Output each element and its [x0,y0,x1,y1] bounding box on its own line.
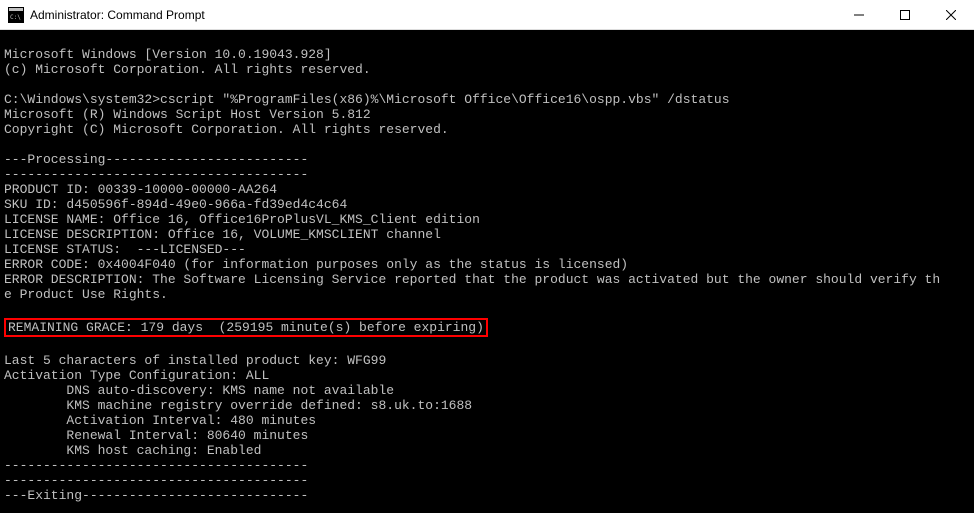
terminal-line: C:\Windows\system32>cscript "%ProgramFil… [4,92,970,107]
terminal-line: ERROR DESCRIPTION: The Software Licensin… [4,272,970,287]
terminal-line: ---Processing-------------------------- [4,152,970,167]
terminal-line: PRODUCT ID: 00339-10000-00000-AA264 [4,182,970,197]
terminal-line: --------------------------------------- [4,167,970,182]
terminal-line: Activation Type Configuration: ALL [4,368,970,383]
terminal-line: LICENSE DESCRIPTION: Office 16, VOLUME_K… [4,227,970,242]
terminal-line: KMS host caching: Enabled [4,443,970,458]
terminal-line: e Product Use Rights. [4,287,970,302]
terminal-line: KMS machine registry override defined: s… [4,398,970,413]
terminal-line: --------------------------------------- [4,458,970,473]
cmd-icon: C:\ [8,7,24,23]
terminal-line: ---Exiting----------------------------- [4,488,970,503]
terminal-line: DNS auto-discovery: KMS name not availab… [4,383,970,398]
terminal-output[interactable]: Microsoft Windows [Version 10.0.19043.92… [0,30,974,513]
terminal-line: ERROR CODE: 0x4004F040 (for information … [4,257,970,272]
terminal-line: (c) Microsoft Corporation. All rights re… [4,62,970,77]
terminal-line: Renewal Interval: 80640 minutes [4,428,970,443]
window-title: Administrator: Command Prompt [30,8,836,22]
terminal-line: Microsoft Windows [Version 10.0.19043.92… [4,47,970,62]
terminal-line [4,503,970,513]
terminal-line: Microsoft (R) Windows Script Host Versio… [4,107,970,122]
maximize-icon [900,10,910,20]
window-controls [836,0,974,29]
terminal-line: SKU ID: d450596f-894d-49e0-966a-fd39ed4c… [4,197,970,212]
terminal-line: LICENSE NAME: Office 16, Office16ProPlus… [4,212,970,227]
minimize-button[interactable] [836,0,882,30]
maximize-button[interactable] [882,0,928,30]
terminal-line [4,137,970,152]
close-icon [946,10,956,20]
highlighted-grace-line: REMAINING GRACE: 179 days (259195 minute… [4,318,488,337]
terminal-line: --------------------------------------- [4,473,970,488]
terminal-line: Activation Interval: 480 minutes [4,413,970,428]
minimize-icon [854,10,864,20]
terminal-line: Last 5 characters of installed product k… [4,353,970,368]
svg-text:C:\: C:\ [10,14,21,21]
terminal-line: LICENSE STATUS: ---LICENSED--- [4,242,970,257]
terminal-line: Copyright (C) Microsoft Corporation. All… [4,122,970,137]
window-titlebar: C:\ Administrator: Command Prompt [0,0,974,30]
close-button[interactable] [928,0,974,30]
terminal-line [4,77,970,92]
